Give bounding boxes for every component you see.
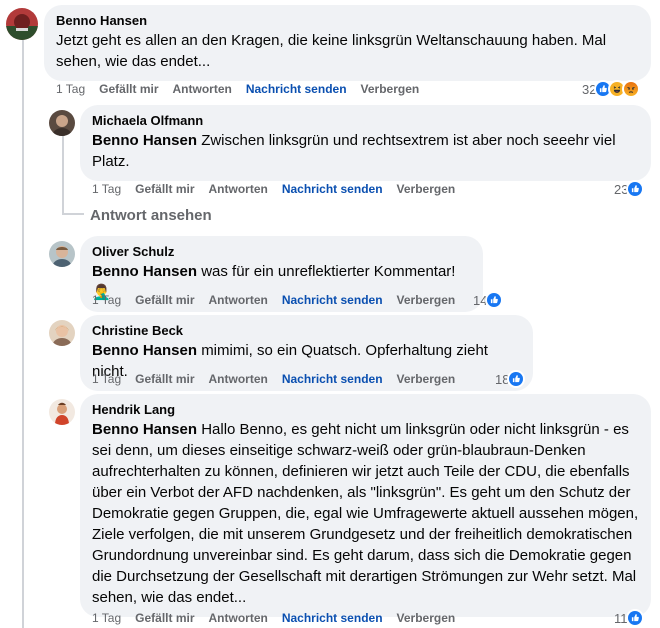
comment-actions: 1 Tag Gefällt mir Antworten Nachricht se… — [92, 292, 469, 308]
like-button[interactable]: Gefällt mir — [135, 611, 194, 625]
like-button[interactable]: Gefällt mir — [135, 372, 194, 386]
reply-button[interactable]: Antworten — [173, 82, 232, 96]
comment-time[interactable]: 1 Tag — [92, 182, 121, 196]
comment-text: Jetzt geht es allen an den Kragen, die k… — [56, 32, 607, 70]
reply-button[interactable]: Antworten — [209, 611, 268, 625]
reaction-summary[interactable]: 11 — [614, 608, 644, 628]
thread-line-reply — [62, 134, 64, 214]
comment-author[interactable]: Benno Hansen — [56, 13, 639, 29]
comment-bubble: Benno Hansen Jetzt geht es allen an den … — [44, 5, 651, 81]
comment-text: Benno Hansen Hallo Benno, es geht nicht … — [92, 419, 639, 608]
reaction-summary[interactable]: 23 — [614, 179, 645, 199]
send-message-button[interactable]: Nachricht senden — [246, 82, 347, 96]
comment-actions: 1 Tag Gefällt mir Antworten Nachricht se… — [92, 181, 469, 197]
angry-icon — [622, 80, 641, 98]
reaction-summary[interactable]: 14 — [473, 290, 504, 310]
reply-button[interactable]: Antworten — [209, 372, 268, 386]
view-replies-link[interactable]: Antwort ansehen — [90, 207, 212, 224]
comment-author[interactable]: Oliver Schulz — [92, 244, 471, 260]
comment-author[interactable]: Christine Beck — [92, 323, 521, 339]
avatar-oliver-schulz[interactable] — [49, 241, 75, 267]
comment-actions: 1 Tag Gefällt mir Antworten Nachricht se… — [92, 610, 469, 626]
comment-time[interactable]: 1 Tag — [56, 82, 85, 96]
avatar-christine-beck[interactable] — [49, 320, 75, 346]
comment-text-body: Hallo Benno, es geht nicht um linksgrün … — [92, 421, 639, 606]
reply-button[interactable]: Antworten — [209, 293, 268, 307]
avatar-michaela-olfmann[interactable] — [49, 110, 75, 136]
comment-time[interactable]: 1 Tag — [92, 372, 121, 386]
mention-link[interactable]: Benno Hansen — [92, 421, 197, 438]
send-message-button[interactable]: Nachricht senden — [282, 182, 383, 196]
send-message-button[interactable]: Nachricht senden — [282, 372, 383, 386]
comment-author[interactable]: Hendrik Lang — [92, 402, 639, 418]
hide-button[interactable]: Verbergen — [397, 182, 456, 196]
hide-button[interactable]: Verbergen — [397, 293, 456, 307]
comment-text: Benno Hansen Zwischen linksgrün und rech… — [92, 130, 639, 172]
comment-actions: 1 Tag Gefällt mir Antworten Nachricht se… — [92, 371, 469, 387]
like-button[interactable]: Gefällt mir — [135, 182, 194, 196]
hide-button[interactable]: Verbergen — [361, 82, 420, 96]
thread-line-reply-elbow — [62, 213, 84, 215]
comment-time[interactable]: 1 Tag — [92, 293, 121, 307]
mention-link[interactable]: Benno Hansen — [92, 263, 197, 280]
comment-bubble: Hendrik Lang Benno Hansen Hallo Benno, e… — [80, 394, 651, 617]
comment-time[interactable]: 1 Tag — [92, 611, 121, 625]
avatar-hendrik-lang[interactable] — [49, 399, 75, 425]
hide-button[interactable]: Verbergen — [397, 372, 456, 386]
comment-bubble: Michaela Olfmann Benno Hansen Zwischen l… — [80, 105, 651, 181]
comment-author[interactable]: Michaela Olfmann — [92, 113, 639, 129]
like-icon — [507, 370, 526, 388]
send-message-button[interactable]: Nachricht senden — [282, 611, 383, 625]
like-icon — [625, 609, 644, 627]
avatar-benno-hansen[interactable] — [6, 8, 38, 40]
hide-button[interactable]: Verbergen — [397, 611, 456, 625]
reply-button[interactable]: Antworten — [209, 182, 268, 196]
reaction-summary[interactable]: 18 — [495, 369, 526, 389]
send-message-button[interactable]: Nachricht senden — [282, 293, 383, 307]
thread-line-main — [22, 40, 24, 628]
reaction-summary[interactable]: 32 — [582, 79, 641, 99]
mention-link[interactable]: Benno Hansen — [92, 342, 197, 359]
like-icon — [626, 180, 645, 198]
like-button[interactable]: Gefällt mir — [99, 82, 158, 96]
mention-link[interactable]: Benno Hansen — [92, 132, 197, 149]
like-icon — [485, 291, 504, 309]
comment-actions: 1 Tag Gefällt mir Antworten Nachricht se… — [56, 81, 433, 97]
like-button[interactable]: Gefällt mir — [135, 293, 194, 307]
